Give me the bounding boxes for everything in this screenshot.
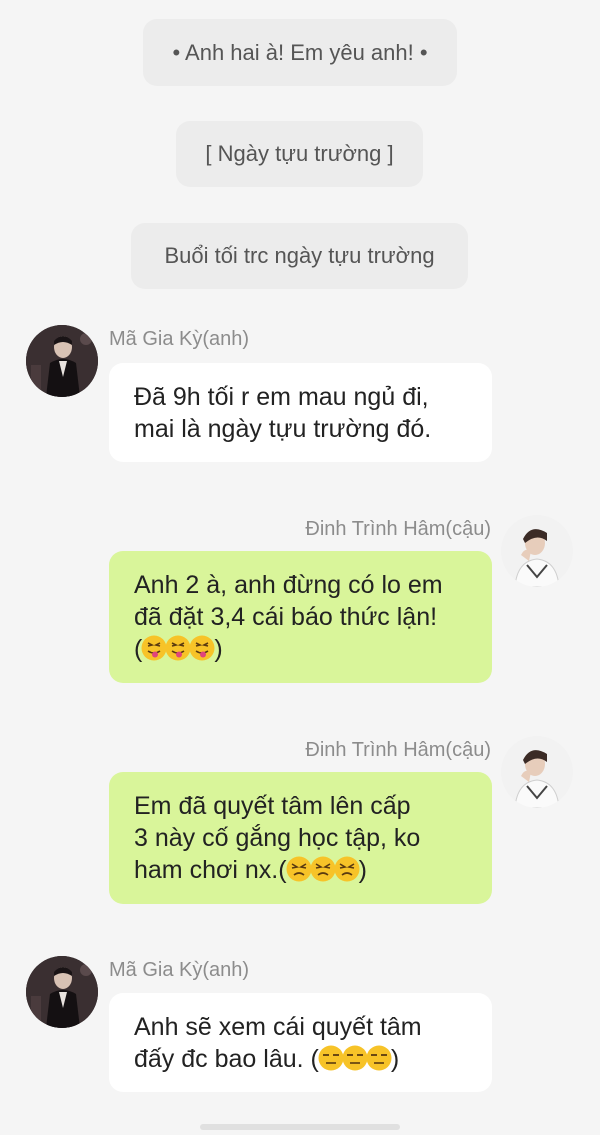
- message-line: Anh 2 à, anh đừng có lo em: [134, 571, 443, 599]
- message-line: Em đã quyết tâm lên cấp: [134, 792, 411, 820]
- message-text: ): [358, 856, 367, 884]
- home-indicator[interactable]: [200, 1124, 400, 1130]
- sender-name: Mã Gia Kỳ(anh): [109, 328, 250, 350]
- sender-avatar[interactable]: [501, 515, 573, 587]
- message-text: ham chơi nx.(: [134, 856, 287, 884]
- message-line: Đã 9h tối r em mau ngủ đi,: [134, 383, 429, 411]
- squint-angry-emoji-icon: [333, 855, 361, 883]
- incoming-message-bubble[interactable]: Đã 9h tối r em mau ngủ đi, mai là ngày t…: [109, 363, 492, 462]
- avatar-dark-suit-icon: [26, 956, 98, 1028]
- narration-note-text: [ Ngày tựu trường ]: [205, 141, 394, 166]
- tongue-out-emoji-icon: [188, 634, 216, 662]
- avatar-white-sweater-icon: [501, 736, 573, 808]
- outgoing-message-bubble[interactable]: Anh 2 à, anh đừng có lo em đã đặt 3,4 cá…: [109, 551, 492, 683]
- message-text: ): [214, 635, 223, 663]
- avatar-dark-suit-icon: [26, 325, 98, 397]
- narration-note: • Anh hai à! Em yêu anh! •: [143, 19, 457, 86]
- message-line: đấy đc bao lâu. (): [134, 1043, 468, 1075]
- avatar-white-sweater-icon: [501, 515, 573, 587]
- narration-note: [ Ngày tựu trường ]: [176, 121, 423, 187]
- message-text: ): [390, 1045, 400, 1073]
- message-line: ham chơi nx.(): [134, 854, 468, 886]
- sender-name: Mã Gia Kỳ(anh): [109, 959, 250, 981]
- chat-screen: • Anh hai à! Em yêu anh! • [ Ngày tựu tr…: [0, 0, 600, 1135]
- message-line: (): [134, 633, 468, 665]
- narration-note-text: Buổi tối trc ngày tựu trường: [164, 243, 435, 268]
- narration-note: Buổi tối trc ngày tựu trường: [131, 223, 468, 289]
- outgoing-message-bubble[interactable]: Em đã quyết tâm lên cấp 3 này cố gắng họ…: [109, 772, 492, 904]
- message-line: 3 này cố gắng học tập, ko: [134, 824, 421, 852]
- incoming-message-bubble[interactable]: Anh sẽ xem cái quyết tâm đấy đc bao lâu.…: [109, 993, 492, 1092]
- message-line: Anh sẽ xem cái quyết tâm: [134, 1013, 422, 1041]
- message-line: mai là ngày tựu trường đó.: [134, 415, 432, 443]
- sender-avatar[interactable]: [26, 325, 98, 397]
- sender-name: Đinh Trình Hâm(cậu): [305, 518, 491, 540]
- unamused-emoji-icon: [365, 1044, 393, 1072]
- sender-avatar[interactable]: [501, 736, 573, 808]
- message-line: đã đặt 3,4 cái báo thức lận!: [134, 603, 438, 631]
- message-text: đấy đc bao lâu. (: [134, 1045, 319, 1073]
- narration-note-text: • Anh hai à! Em yêu anh! •: [172, 39, 428, 65]
- sender-avatar[interactable]: [26, 956, 98, 1028]
- sender-name: Đinh Trình Hâm(cậu): [305, 739, 491, 761]
